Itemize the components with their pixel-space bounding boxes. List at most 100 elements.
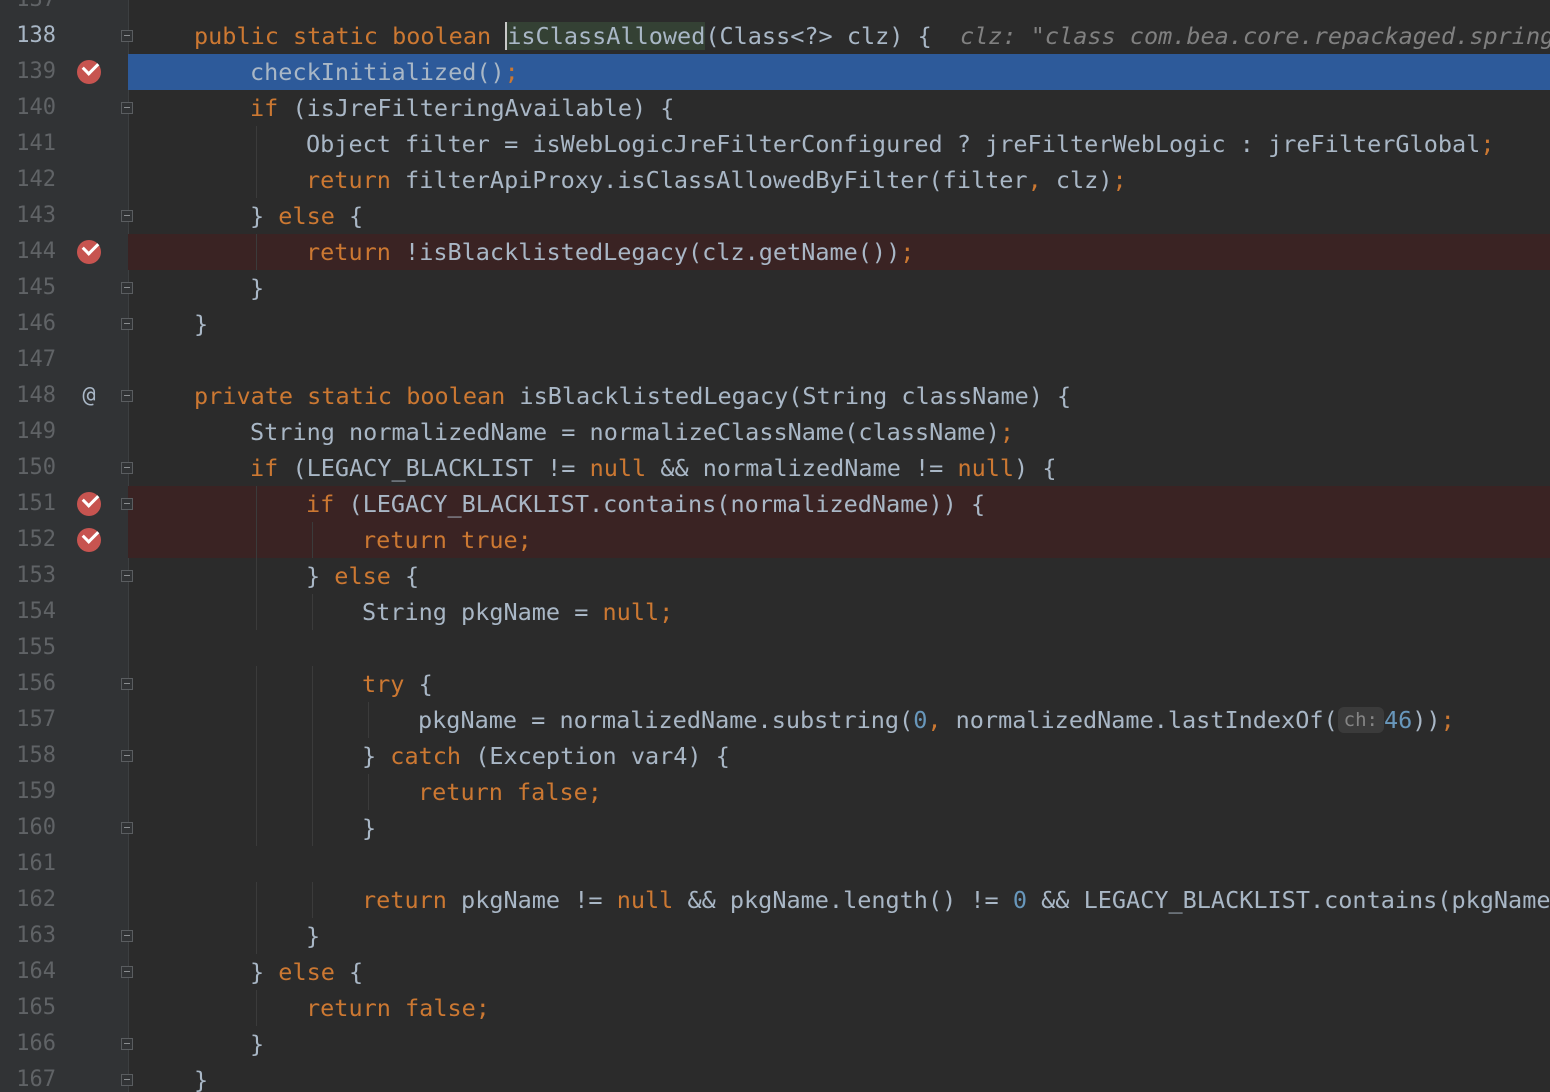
code-line[interactable]: 167} [0,1062,1550,1092]
line-number[interactable]: 165 [0,990,56,1026]
code-line[interactable]: 160} [0,810,1550,846]
line-number[interactable]: 146 [0,306,56,342]
line-number[interactable]: 161 [0,846,56,882]
code-line[interactable]: 149 String normalizedName = normalizeClas… [0,414,1550,450]
line-number[interactable]: 155 [0,630,56,666]
code-line[interactable]: 142 return filterApiProxy.isClassAllowedB… [0,162,1550,198]
fold-toggle-icon[interactable] [121,750,133,762]
line-number[interactable]: 167 [0,1062,56,1092]
code-line[interactable]: 151 if (LEGACY_BLACKLIST.contains(normali… [0,486,1550,522]
code-text[interactable]: } [194,1062,208,1092]
breakpoint-icon[interactable] [77,58,101,84]
code-text[interactable]: } else { [306,558,419,594]
code-line[interactable]: 159 return false; [0,774,1550,810]
breakpoint-icon[interactable] [77,526,101,552]
code-text[interactable]: } catch (Exception var4) { [362,738,730,774]
fold-toggle-icon[interactable] [121,30,133,42]
fold-toggle-icon[interactable] [121,966,133,978]
code-text[interactable]: return pkgName != null && pkgName.length… [362,882,1550,918]
code-line[interactable]: 161 [0,846,1550,882]
code-text[interactable]: public static boolean isClassAllowed(Cla… [194,18,1550,54]
code-line[interactable]: 146} [0,306,1550,342]
code-line[interactable]: 141 Object filter = isWebLogicJreFilterCo… [0,126,1550,162]
line-number[interactable]: 137 [0,0,56,18]
code-editor[interactable]: 137138 public static boolean isClassAllow… [0,0,1550,1092]
line-number[interactable]: 143 [0,198,56,234]
code-text[interactable]: if (isJreFilteringAvailable) { [250,90,674,126]
line-number[interactable]: 156 [0,666,56,702]
code-line[interactable]: 144 return !isBlacklistedLegacy(clz.getNa… [0,234,1550,270]
code-text[interactable]: return false; [418,774,602,810]
line-number[interactable]: 147 [0,342,56,378]
code-text[interactable]: return filterApiProxy.isClassAllowedByFi… [306,162,1127,198]
line-number[interactable]: 139 [0,54,56,90]
code-text[interactable]: } else { [250,954,363,990]
override-marker-icon[interactable]: @ [76,378,102,414]
code-text[interactable]: if (LEGACY_BLACKLIST.contains(normalized… [306,486,985,522]
code-line[interactable]: 145} [0,270,1550,306]
fold-toggle-icon[interactable] [121,1074,133,1086]
code-line[interactable]: 164} else { [0,954,1550,990]
fold-toggle-icon[interactable] [121,930,133,942]
code-line[interactable]: 152 return true; [0,522,1550,558]
code-text[interactable]: } [362,810,376,846]
line-number[interactable]: 144 [0,234,56,270]
code-text[interactable]: } [194,306,208,342]
code-line[interactable]: 163} [0,918,1550,954]
breakpoint-icon[interactable] [77,490,101,516]
code-text[interactable]: if (LEGACY_BLACKLIST != null && normaliz… [250,450,1057,486]
code-line[interactable]: 165 return false; [0,990,1550,1026]
code-line[interactable]: 138 public static boolean isClassAllowed(… [0,18,1550,54]
line-number[interactable]: 152 [0,522,56,558]
fold-toggle-icon[interactable] [121,822,133,834]
line-number[interactable]: 145 [0,270,56,306]
line-number[interactable]: 162 [0,882,56,918]
code-text[interactable]: } [250,270,264,306]
line-number[interactable]: 158 [0,738,56,774]
line-number[interactable]: 163 [0,918,56,954]
line-number[interactable]: 154 [0,594,56,630]
fold-toggle-icon[interactable] [121,1038,133,1050]
fold-toggle-icon[interactable] [121,390,133,402]
code-line[interactable]: 156 try { [0,666,1550,702]
code-line[interactable]: 158 } catch (Exception var4) { [0,738,1550,774]
code-line[interactable]: 153 } else { [0,558,1550,594]
code-line[interactable]: 150 if (LEGACY_BLACKLIST != null && norma… [0,450,1550,486]
line-number[interactable]: 157 [0,702,56,738]
code-line[interactable]: 154 String pkgName = null; [0,594,1550,630]
code-line[interactable]: 166} [0,1026,1550,1062]
line-number[interactable]: 149 [0,414,56,450]
code-line[interactable]: 157 pkgName = normalizedName.substring(0,… [0,702,1550,738]
code-line[interactable]: 139 checkInitialized(); [0,54,1550,90]
line-number[interactable]: 138 [0,18,56,54]
fold-toggle-icon[interactable] [121,462,133,474]
fold-toggle-icon[interactable] [121,102,133,114]
code-text[interactable]: try { [362,666,433,702]
code-text[interactable]: String normalizedName = normalizeClassNa… [250,414,1014,450]
code-line[interactable]: 155 [0,630,1550,666]
breakpoint-icon[interactable] [77,238,101,264]
line-number[interactable]: 148 [0,378,56,414]
line-number[interactable]: 141 [0,126,56,162]
line-number[interactable]: 142 [0,162,56,198]
line-number[interactable]: 153 [0,558,56,594]
code-text[interactable]: String pkgName = null; [362,594,673,630]
code-text[interactable]: private static boolean isBlacklistedLega… [194,378,1071,414]
fold-toggle-icon[interactable] [121,678,133,690]
code-line[interactable]: 147 [0,342,1550,378]
code-text[interactable]: checkInitialized(); [250,54,519,90]
line-number[interactable]: 150 [0,450,56,486]
code-line[interactable]: 137 [0,0,1550,18]
code-text[interactable]: return true; [362,522,532,558]
code-lines[interactable]: 137138 public static boolean isClassAllow… [0,0,1550,1092]
code-text[interactable]: } [250,1026,264,1062]
line-number[interactable]: 166 [0,1026,56,1062]
line-number[interactable]: 160 [0,810,56,846]
code-text[interactable]: return false; [306,990,490,1026]
code-text[interactable]: } [306,918,320,954]
line-number[interactable]: 159 [0,774,56,810]
fold-toggle-icon[interactable] [121,570,133,582]
fold-toggle-icon[interactable] [121,318,133,330]
code-text[interactable]: return !isBlacklistedLegacy(clz.getName(… [306,234,914,270]
fold-toggle-icon[interactable] [121,210,133,222]
